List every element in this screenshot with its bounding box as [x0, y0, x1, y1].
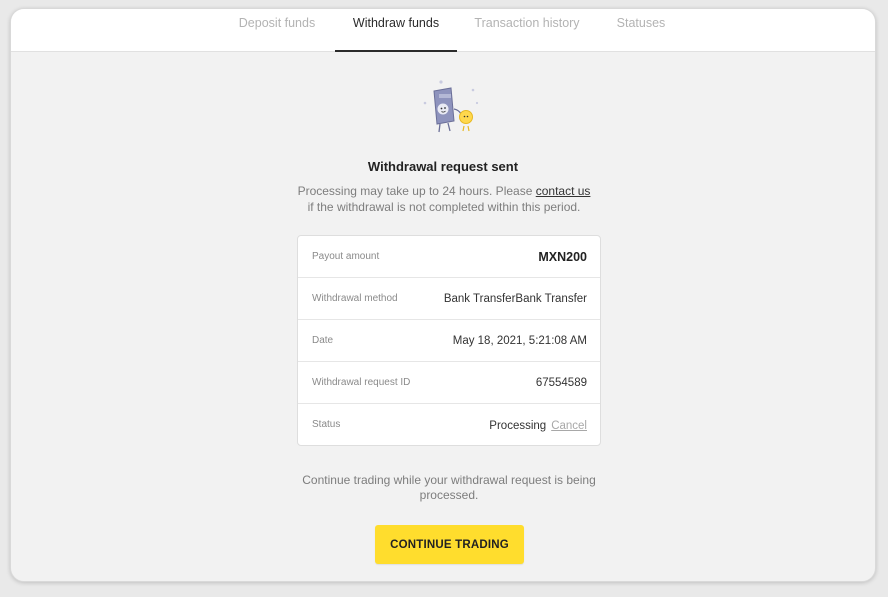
message-text-start: Processing may take up to 24 hours. Plea…: [297, 184, 536, 198]
message-text-end: if the withdrawal is not completed withi…: [307, 200, 581, 214]
tab-transaction-history[interactable]: Transaction history: [467, 9, 587, 51]
payout-amount-value: MXN200: [538, 249, 587, 264]
tab-bar: Deposit funds Withdraw funds Transaction…: [11, 9, 875, 52]
payout-amount-label: Payout amount: [312, 251, 380, 262]
confirmation-title: Withdrawal request sent: [367, 159, 519, 174]
tab-withdraw-funds[interactable]: Withdraw funds: [335, 9, 457, 52]
status-label: Status: [312, 419, 341, 430]
confirmation-message: Processing may take up to 24 hours. Plea…: [294, 183, 594, 215]
continue-trading-note: Continue trading while your withdrawal r…: [302, 473, 596, 502]
request-id-value: 67554589: [535, 376, 587, 389]
detail-row-date: Date May 18, 2021, 5:21:08 AM: [298, 320, 600, 362]
tab-statuses[interactable]: Statuses: [607, 9, 675, 51]
detail-row-request-id: Withdrawal request ID 67554589: [298, 362, 600, 404]
detail-row-status: Status Processing Cancel: [298, 404, 600, 445]
contact-us-link[interactable]: contact us: [536, 184, 591, 198]
request-id-label: Withdrawal request ID: [312, 377, 411, 388]
withdrawal-method-value: Bank TransferBank Transfer: [443, 292, 587, 305]
detail-row-payout-amount: Payout amount MXN200: [298, 236, 600, 278]
banknote-coin-illustration-icon: [421, 79, 481, 137]
date-value: May 18, 2021, 5:21:08 AM: [452, 334, 587, 347]
tab-deposit-funds[interactable]: Deposit funds: [223, 9, 331, 51]
withdrawal-method-label: Withdrawal method: [312, 293, 398, 304]
continue-trading-button[interactable]: CONTINUE TRADING: [375, 525, 524, 564]
status-value: Processing: [489, 419, 547, 432]
withdrawal-details-card: Payout amount MXN200 Withdrawal method B…: [297, 235, 601, 446]
date-label: Date: [312, 335, 334, 346]
detail-row-method: Withdrawal method Bank TransferBank Tran…: [298, 278, 600, 320]
app-window: Deposit funds Withdraw funds Transaction…: [10, 8, 876, 582]
cancel-withdrawal-link[interactable]: Cancel: [551, 420, 587, 432]
status-group: Processing Cancel: [489, 416, 587, 434]
